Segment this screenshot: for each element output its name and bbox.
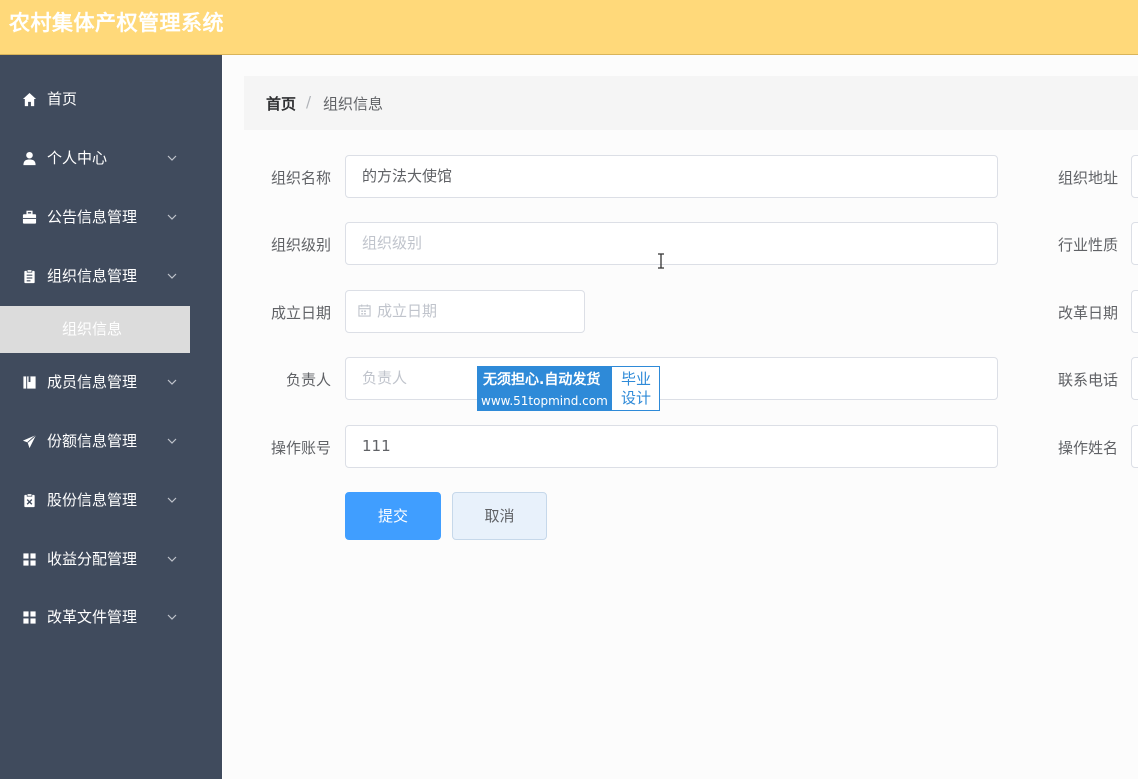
sidebar-item-label: 成员信息管理	[47, 373, 138, 391]
calendar-icon	[358, 303, 371, 317]
sidebar-item-label: 改革文件管理	[47, 608, 138, 626]
briefcase-icon	[21, 209, 37, 225]
clipboard-x-icon	[21, 492, 37, 508]
breadcrumb: 首页 / 组织信息	[244, 76, 1138, 130]
sidebar: 首页 个人中心 公告信息管理 组织信息管理 组织信息 成员信息管理 份额信息管理…	[0, 55, 222, 779]
watermark-line1: 无须担心.自动发货	[483, 372, 601, 388]
user-icon	[21, 150, 37, 166]
sidebar-item-home[interactable]: 首页	[0, 79, 190, 119]
industry-input[interactable]	[1131, 222, 1138, 265]
org-name-label: 组织名称	[270, 169, 331, 187]
chevron-down-icon	[167, 379, 177, 385]
cancel-button[interactable]: 取消	[452, 492, 547, 540]
sidebar-item-label: 收益分配管理	[47, 550, 138, 568]
sidebar-item-member-management[interactable]: 成员信息管理	[0, 362, 190, 402]
chevron-down-icon	[167, 438, 177, 444]
breadcrumb-home[interactable]: 首页	[266, 93, 296, 114]
org-address-label: 组织地址	[1057, 169, 1118, 187]
reform-date-label: 改革日期	[1057, 304, 1118, 322]
send-icon	[21, 433, 37, 449]
industry-label: 行业性质	[1057, 236, 1118, 254]
sidebar-item-label: 首页	[47, 90, 78, 108]
book-icon	[21, 374, 37, 390]
app-title: 农村集体产权管理系统	[9, 11, 224, 35]
watermark-line2: www.51topmind.com	[481, 394, 608, 408]
phone-input[interactable]	[1131, 357, 1138, 400]
founded-date-label: 成立日期	[270, 304, 331, 322]
watermark-right: 毕业 设计	[614, 370, 658, 408]
founded-date-picker[interactable]: 成立日期	[345, 290, 585, 333]
sidebar-item-label: 股份信息管理	[47, 491, 138, 509]
org-address-input[interactable]	[1131, 155, 1138, 198]
operator-name-input[interactable]	[1131, 425, 1138, 468]
breadcrumb-current: 组织信息	[323, 95, 384, 113]
sidebar-subitem-label: 组织信息	[62, 320, 123, 338]
phone-label: 联系电话	[1057, 371, 1118, 389]
operator-account-value: 111	[362, 437, 391, 455]
sidebar-item-org-management[interactable]: 组织信息管理	[0, 256, 190, 296]
home-icon	[21, 91, 37, 107]
chevron-down-icon	[167, 497, 177, 503]
chevron-down-icon	[167, 556, 177, 562]
submit-button[interactable]: 提交	[345, 492, 441, 540]
leader-placeholder: 负责人	[362, 369, 408, 387]
chevron-down-icon	[167, 273, 177, 279]
org-name-value: 的方法大使馆	[362, 167, 453, 185]
sidebar-item-label: 个人中心	[47, 149, 108, 167]
leader-label: 负责人	[285, 371, 331, 389]
breadcrumb-separator: /	[306, 93, 312, 111]
org-level-input[interactable]: 组织级别	[345, 222, 998, 265]
watermark-right-bottom: 设计	[620, 389, 651, 407]
sidebar-item-personal-center[interactable]: 个人中心	[0, 138, 190, 178]
text-cursor-icon	[658, 253, 664, 269]
org-level-label: 组织级别	[270, 236, 331, 254]
founded-date-placeholder: 成立日期	[377, 302, 438, 320]
sidebar-item-notice-management[interactable]: 公告信息管理	[0, 197, 190, 237]
leader-input[interactable]: 负责人	[345, 357, 998, 400]
chevron-down-icon	[167, 614, 177, 620]
watermark-badge: 无须担心.自动发货 www.51topmind.com 毕业 设计	[477, 366, 660, 411]
reform-date-picker[interactable]	[1131, 290, 1138, 333]
sidebar-item-income-distribution[interactable]: 收益分配管理	[0, 539, 190, 579]
sidebar-item-stock-management[interactable]: 股份信息管理	[0, 480, 190, 520]
chevron-down-icon	[167, 214, 177, 220]
sidebar-item-label: 份额信息管理	[47, 432, 138, 450]
operator-account-label: 操作账号	[270, 439, 331, 457]
sidebar-subitem-org-info[interactable]: 组织信息	[0, 306, 190, 353]
org-level-placeholder: 组织级别	[362, 234, 423, 252]
sidebar-item-label: 公告信息管理	[47, 208, 138, 226]
chevron-down-icon	[167, 155, 177, 161]
grid-icon	[21, 609, 37, 625]
operator-account-input[interactable]: 111	[345, 425, 998, 468]
watermark-right-top: 毕业	[620, 370, 651, 388]
top-bar: 农村集体产权管理系统	[0, 0, 1138, 55]
sidebar-item-label: 组织信息管理	[47, 267, 138, 285]
clipboard-icon	[21, 268, 37, 284]
org-name-input[interactable]: 的方法大使馆	[345, 155, 998, 198]
sidebar-item-reform-files[interactable]: 改革文件管理	[0, 597, 190, 637]
operator-name-label: 操作姓名	[1057, 439, 1118, 457]
watermark-left: 无须担心.自动发货 www.51topmind.com	[478, 367, 612, 410]
sidebar-item-share-management[interactable]: 份额信息管理	[0, 421, 190, 461]
grid-icon	[21, 551, 37, 567]
